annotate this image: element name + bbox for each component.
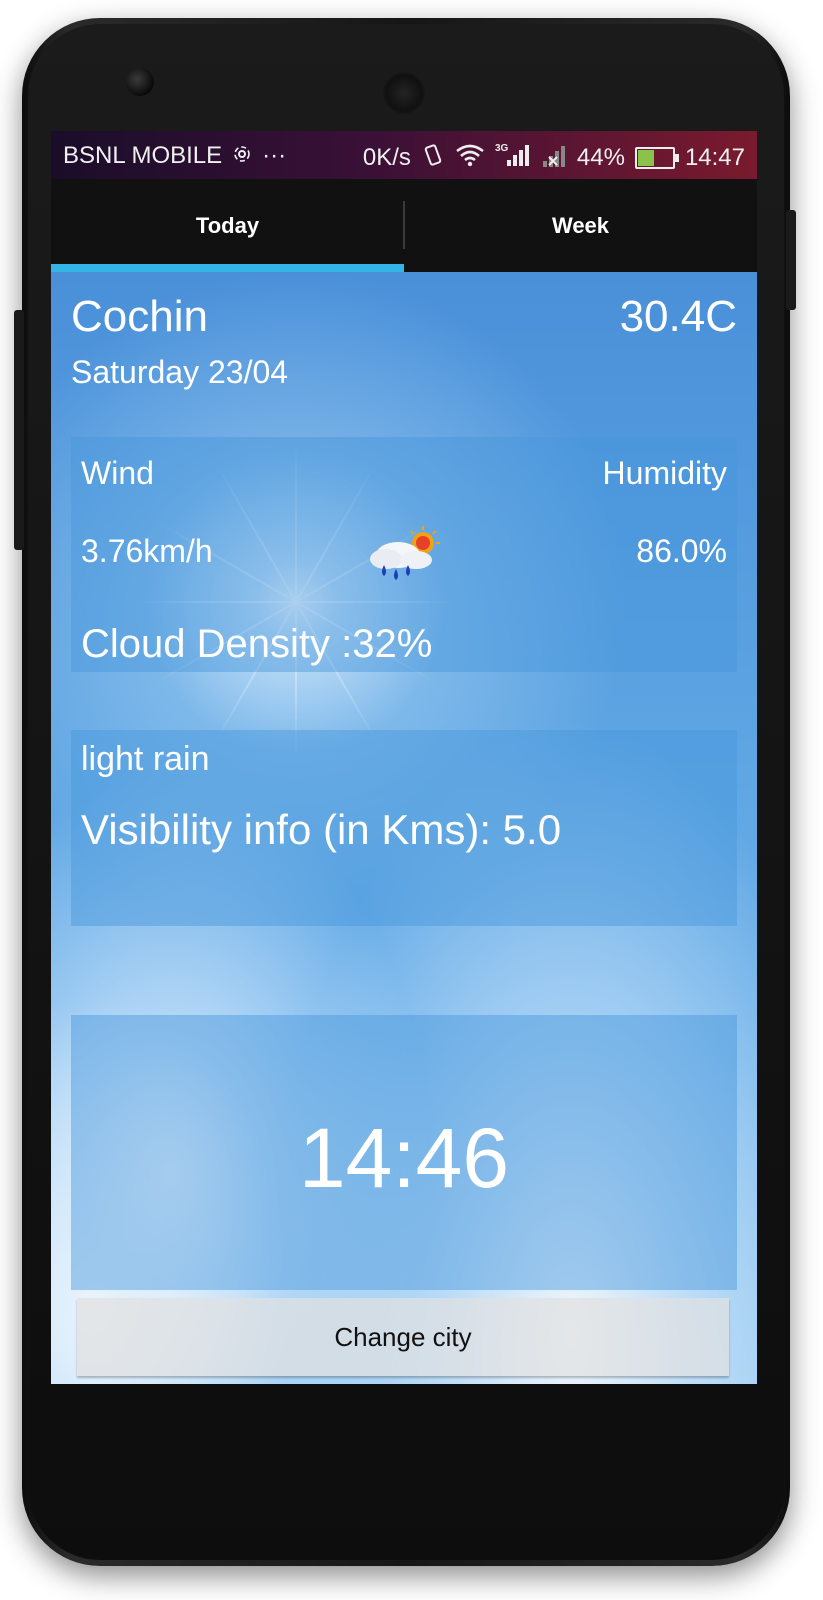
battery-percent: 44% xyxy=(576,143,625,171)
change-city-button[interactable]: Change city xyxy=(77,1298,729,1376)
date-label: Saturday 23/04 xyxy=(71,354,289,390)
network-speed: 0K/s xyxy=(362,143,411,171)
temperature: 30.4C xyxy=(619,292,737,341)
visibility-info: Visibility info (in Kms): 5.0 xyxy=(81,806,562,853)
wind-label: Wind xyxy=(81,455,154,491)
wind-value: 3.76km/h xyxy=(81,533,213,569)
humidity-value: 86.0% xyxy=(636,533,727,569)
earpiece-speaker xyxy=(383,72,425,114)
battery-level xyxy=(637,149,654,166)
screen: BSNL MOBILE ··· 0K/s 3G 44% 14:47 Today … xyxy=(51,131,757,1384)
conditions-panel: Wind Humidity 3.76km/h 86.0% Cloud Densi… xyxy=(71,437,737,672)
signal-empty-icon xyxy=(541,143,567,172)
tab-bar: Today Week xyxy=(51,179,757,272)
signal-3g-icon: 3G xyxy=(495,142,531,173)
wifi-icon xyxy=(455,143,485,172)
clock-panel: 14:46 xyxy=(71,1015,737,1290)
vibrate-icon xyxy=(421,143,445,172)
weather-description: light rain xyxy=(81,740,210,778)
tab-indicator xyxy=(51,264,404,272)
tab-today[interactable]: Today xyxy=(51,179,404,272)
hotspot-icon xyxy=(230,143,254,170)
more-notifications-icon: ··· xyxy=(262,142,287,169)
description-panel: light rain Visibility info (in Kms): 5.0 xyxy=(71,730,737,926)
digital-clock: 14:46 xyxy=(298,1111,510,1205)
clock-status: 14:47 xyxy=(684,143,745,171)
network-type: 3G xyxy=(495,143,509,154)
rain-sun-cloud-icon xyxy=(366,525,442,583)
front-camera xyxy=(126,68,154,96)
volume-button xyxy=(14,310,24,550)
status-bar: BSNL MOBILE ··· 0K/s 3G 44% 14:47 xyxy=(51,131,757,179)
power-button xyxy=(786,210,796,310)
weather-content: Cochin 30.4C Saturday 23/04 Wind Humidit… xyxy=(51,272,757,1384)
city-name: Cochin xyxy=(71,292,208,341)
cloud-density: Cloud Density :32% xyxy=(81,622,433,666)
battery-icon xyxy=(634,146,679,169)
humidity-label: Humidity xyxy=(602,455,727,491)
carrier-name: BSNL MOBILE xyxy=(63,142,223,169)
tab-week[interactable]: Week xyxy=(404,179,757,272)
